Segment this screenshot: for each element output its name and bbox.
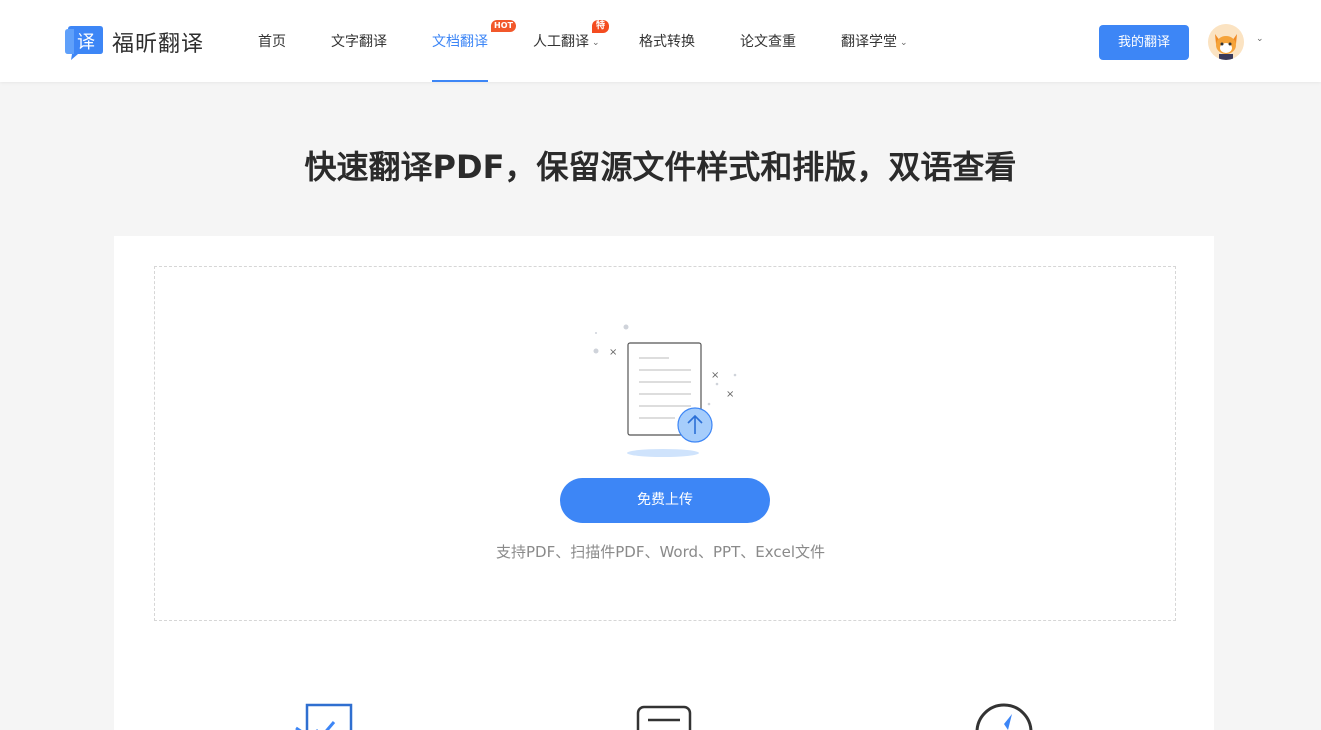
avatar-chevron-down-icon[interactable]: ⌄: [1256, 34, 1264, 44]
nav-document-translate-label: 文档翻译: [432, 34, 488, 50]
nav-text-translate[interactable]: 文字翻译: [331, 0, 387, 82]
nav-text-translate-label: 文字翻译: [331, 34, 387, 50]
my-translations-button[interactable]: 我的翻译: [1099, 25, 1189, 60]
hot-badge: HOT: [491, 20, 516, 32]
top-header: 译 福昕翻译 首页 文字翻译 文档翻译 HOT 人工翻译⌄ 特价 格式转换 论文…: [0, 0, 1321, 82]
document-upload-illustration: × × ×: [585, 318, 745, 463]
free-upload-button[interactable]: 免费上传: [560, 478, 770, 523]
chevron-down-icon: ⌄: [900, 38, 908, 48]
nav-document-translate[interactable]: 文档翻译: [432, 0, 488, 82]
nav-human-translate[interactable]: 人工翻译⌄: [533, 0, 600, 82]
checkbox-feature-icon: [294, 702, 354, 730]
nav-home-label: 首页: [258, 34, 286, 50]
nav-translation-school[interactable]: 翻译学堂 ⌄: [841, 0, 908, 82]
nav-plagiarism-check-label: 论文查重: [740, 34, 796, 50]
svg-text:×: ×: [609, 347, 617, 358]
supported-formats-text: 支持PDF、扫描件PDF、Word、PPT、Excel文件: [496, 543, 825, 561]
page-title: 快速翻译PDF，保留源文件样式和排版，双语查看: [304, 148, 1017, 186]
document-feature-icon: [636, 702, 696, 730]
brand-logo[interactable]: 译 福昕翻译: [64, 22, 204, 62]
svg-text:译: 译: [77, 32, 95, 53]
svg-text:×: ×: [711, 370, 719, 381]
user-avatar[interactable]: [1208, 24, 1244, 60]
nav-home[interactable]: 首页: [258, 0, 286, 82]
nav-human-translate-label: 人工翻译: [533, 34, 589, 50]
sale-badge: 特价: [592, 20, 610, 44]
speed-feature-icon: [974, 702, 1034, 730]
svg-text:×: ×: [726, 389, 734, 400]
translate-logo-icon: 译: [64, 24, 104, 60]
brand-name: 福昕翻译: [112, 32, 205, 57]
nav-translation-school-label: 翻译学堂: [841, 34, 897, 50]
nav-format-convert[interactable]: 格式转换: [639, 0, 695, 82]
nav-plagiarism-check[interactable]: 论文查重: [740, 0, 796, 82]
nav-format-convert-label: 格式转换: [639, 34, 695, 50]
